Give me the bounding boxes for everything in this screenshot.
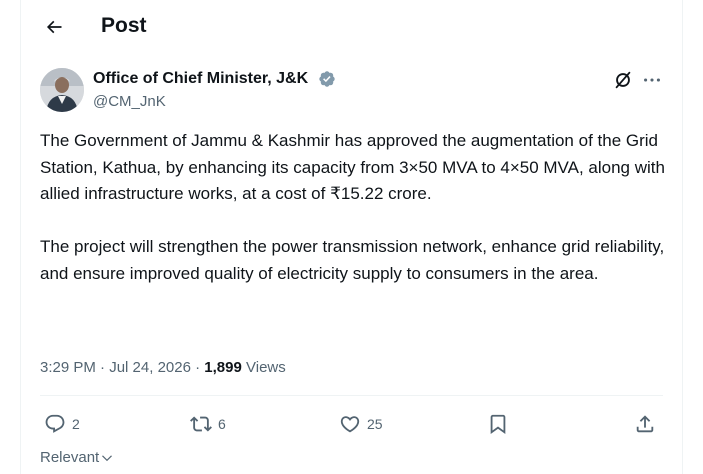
bookmark-icon: [490, 414, 506, 435]
avatar[interactable]: [40, 68, 84, 112]
tweet-date[interactable]: Jul 24, 2026: [109, 359, 191, 376]
more-horizontal-icon: [644, 78, 660, 82]
tweet-text: The Government of Jammu & Kashmir has ap…: [40, 128, 665, 287]
bookmark-button[interactable]: [487, 408, 509, 440]
back-button[interactable]: [37, 10, 71, 44]
like-count: 25: [367, 416, 383, 432]
grok-icon: [615, 71, 631, 89]
author-handle[interactable]: @CM_JnK: [93, 92, 166, 112]
arrow-left-icon: [46, 20, 62, 34]
author-name[interactable]: Office of Chief Minister, J&K: [93, 69, 308, 89]
tweet-paragraph-1: The Government of Jammu & Kashmir has ap…: [40, 131, 665, 203]
chevron-down-icon: [102, 455, 113, 462]
repost-count: 6: [218, 416, 226, 432]
reply-sort-label: Relevant: [40, 449, 100, 466]
grok-button[interactable]: [612, 69, 634, 91]
heart-icon: [340, 416, 360, 433]
tweet-paragraph-2: The project will strengthen the power tr…: [40, 237, 665, 283]
repost-button[interactable]: 6: [190, 408, 226, 440]
page-header: Post: [21, 0, 682, 53]
tweet-time[interactable]: 3:29 PM: [40, 359, 96, 376]
views-label: Views: [246, 359, 286, 376]
views-count: 1,899: [204, 359, 242, 376]
reply-count: 2: [72, 416, 80, 432]
like-button[interactable]: 25: [339, 408, 383, 440]
column-border-right: [682, 0, 683, 474]
verified-badge-icon: [319, 71, 335, 87]
reply-icon: [45, 414, 65, 433]
tweet-meta: 3:29 PM · Jul 24, 2026 · 1,899 Views: [40, 358, 286, 378]
repost-icon: [190, 416, 212, 432]
action-bar: 2 6 25: [40, 408, 663, 440]
share-button[interactable]: [634, 408, 656, 440]
column-border-left: [20, 0, 21, 474]
page-title: Post: [101, 14, 147, 37]
reply-button[interactable]: 2: [44, 408, 80, 440]
more-options-button[interactable]: [641, 69, 663, 91]
divider: [40, 395, 663, 396]
share-icon: [636, 415, 654, 433]
reply-sort-dropdown[interactable]: Relevant: [40, 448, 114, 468]
